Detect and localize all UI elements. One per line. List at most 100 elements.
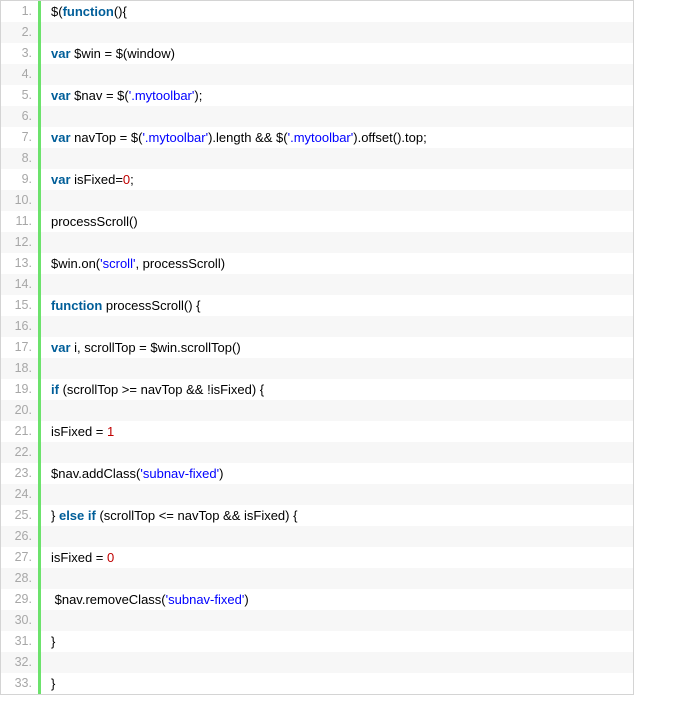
- code-content: [41, 484, 55, 505]
- code-content: processScroll(): [41, 211, 138, 232]
- token-plain: isFixed=: [71, 172, 123, 187]
- code-line: 31.}: [1, 631, 633, 652]
- code-content: var navTop = $('.mytoolbar').length && $…: [41, 127, 427, 148]
- code-line: 32.: [1, 652, 633, 673]
- line-number: 6.: [1, 106, 41, 127]
- code-content: $(function(){: [41, 1, 127, 22]
- code-content: $nav.removeClass('subnav-fixed'): [41, 589, 249, 610]
- token-plain: isFixed =: [51, 550, 107, 565]
- code-content: var $win = $(window): [41, 43, 175, 64]
- code-line: 2.: [1, 22, 633, 43]
- code-content: [41, 106, 55, 127]
- code-line: 33.}: [1, 673, 633, 694]
- line-number: 33.: [1, 673, 41, 694]
- token-keyword: var: [51, 130, 71, 145]
- line-number: 21.: [1, 421, 41, 442]
- token-string: 'subnav-fixed': [140, 466, 219, 481]
- code-content: isFixed = 1: [41, 421, 114, 442]
- line-number: 31.: [1, 631, 41, 652]
- token-keyword: var: [51, 88, 71, 103]
- code-content: [41, 22, 55, 43]
- token-plain: }: [51, 508, 59, 523]
- code-line: 24.: [1, 484, 633, 505]
- token-keyword: if: [51, 382, 59, 397]
- token-string: '.mytoolbar': [129, 88, 195, 103]
- token-plain: }: [51, 676, 55, 691]
- line-number: 17.: [1, 337, 41, 358]
- code-line: 23.$nav.addClass('subnav-fixed'): [1, 463, 633, 484]
- code-content: [41, 400, 55, 421]
- token-string: 'scroll': [100, 256, 135, 271]
- code-line: 12.: [1, 232, 633, 253]
- code-line: 21.isFixed = 1: [1, 421, 633, 442]
- token-plain: $win = $(window): [71, 46, 175, 61]
- token-plain: $nav = $(: [71, 88, 129, 103]
- code-block: 1.$(function(){2. 3.var $win = $(window)…: [0, 0, 634, 695]
- code-line: 13.$win.on('scroll', processScroll): [1, 253, 633, 274]
- code-line: 4.: [1, 64, 633, 85]
- code-line: 28.: [1, 568, 633, 589]
- code-content: $nav.addClass('subnav-fixed'): [41, 463, 223, 484]
- line-number: 26.: [1, 526, 41, 547]
- code-content: }: [41, 673, 55, 694]
- code-line: 7.var navTop = $('.mytoolbar').length &&…: [1, 127, 633, 148]
- token-plain: ): [219, 466, 223, 481]
- line-number: 30.: [1, 610, 41, 631]
- token-number: 1: [107, 424, 114, 439]
- line-number: 15.: [1, 295, 41, 316]
- line-number: 16.: [1, 316, 41, 337]
- line-number: 18.: [1, 358, 41, 379]
- token-plain: navTop = $(: [71, 130, 143, 145]
- token-plain: $nav.removeClass(: [51, 592, 166, 607]
- token-plain: , processScroll): [135, 256, 225, 271]
- code-content: function processScroll() {: [41, 295, 201, 316]
- token-keyword: var: [51, 340, 71, 355]
- code-content: $win.on('scroll', processScroll): [41, 253, 225, 274]
- code-line: 6.: [1, 106, 633, 127]
- line-number: 3.: [1, 43, 41, 64]
- token-keyword: if: [88, 508, 96, 523]
- code-content: [41, 274, 55, 295]
- token-plain: ).length && $(: [208, 130, 288, 145]
- code-line: 9.var isFixed=0;: [1, 169, 633, 190]
- line-number: 24.: [1, 484, 41, 505]
- code-content: [41, 358, 55, 379]
- token-plain: processScroll(): [51, 214, 138, 229]
- code-line: 10.: [1, 190, 633, 211]
- code-content: [41, 316, 55, 337]
- token-keyword: else: [59, 508, 84, 523]
- code-line: 25.} else if (scrollTop <= navTop && isF…: [1, 505, 633, 526]
- line-number: 27.: [1, 547, 41, 568]
- code-line: 26.: [1, 526, 633, 547]
- line-number: 25.: [1, 505, 41, 526]
- code-line: 5.var $nav = $('.mytoolbar');: [1, 85, 633, 106]
- code-line: 8.: [1, 148, 633, 169]
- code-content: } else if (scrollTop <= navTop && isFixe…: [41, 505, 297, 526]
- token-string: 'subnav-fixed': [166, 592, 245, 607]
- code-content: [41, 526, 55, 547]
- code-content: var $nav = $('.mytoolbar');: [41, 85, 202, 106]
- code-content: var isFixed=0;: [41, 169, 134, 190]
- token-plain: i, scrollTop = $win.scrollTop(): [71, 340, 241, 355]
- token-keyword: var: [51, 172, 71, 187]
- token-plain: (scrollTop >= navTop && !isFixed) {: [59, 382, 264, 397]
- token-plain: processScroll() {: [102, 298, 200, 313]
- token-plain: }: [51, 634, 55, 649]
- code-line: 11. processScroll(): [1, 211, 633, 232]
- token-keyword: function: [51, 298, 102, 313]
- code-line: 1.$(function(){: [1, 1, 633, 22]
- token-plain: $win.on(: [51, 256, 100, 271]
- code-content: var i, scrollTop = $win.scrollTop(): [41, 337, 241, 358]
- token-keyword: var: [51, 46, 71, 61]
- line-number: 2.: [1, 22, 41, 43]
- code-line: 29. $nav.removeClass('subnav-fixed'): [1, 589, 633, 610]
- line-number: 7.: [1, 127, 41, 148]
- token-plain: ;: [130, 172, 134, 187]
- line-number: 23.: [1, 463, 41, 484]
- code-content: [41, 610, 55, 631]
- code-line: 18.: [1, 358, 633, 379]
- token-plain: $nav.addClass(: [51, 466, 140, 481]
- token-plain: ).offset().top;: [353, 130, 426, 145]
- line-number: 11.: [1, 211, 41, 232]
- code-line: 30.: [1, 610, 633, 631]
